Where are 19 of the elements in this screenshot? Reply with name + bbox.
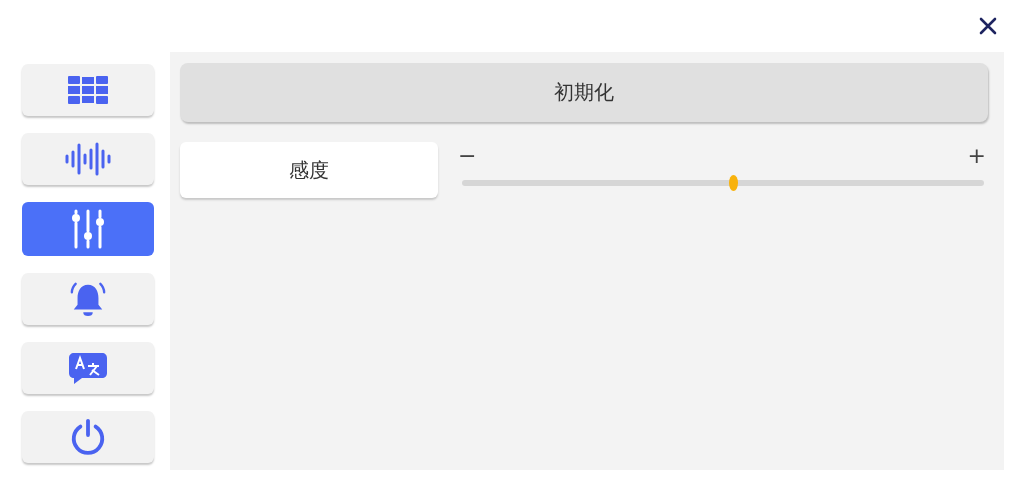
minus-sign: − <box>458 144 477 168</box>
grid-icon <box>68 75 108 105</box>
sidebar-tab[interactable] <box>22 273 154 325</box>
plus-sign: + <box>967 144 986 168</box>
sidebar-tab[interactable] <box>22 411 154 463</box>
translate-icon <box>68 351 108 385</box>
bell-icon <box>69 280 107 318</box>
power-icon <box>69 418 107 456</box>
reset-button[interactable]: 初期化 <box>180 63 988 122</box>
sensitivity-slider[interactable] <box>462 175 984 191</box>
sidebar-tab[interactable] <box>22 133 154 185</box>
close-icon[interactable] <box>978 16 998 36</box>
slider-thumb[interactable] <box>729 175 739 191</box>
sidebar-tab[interactable] <box>22 64 154 116</box>
sidebar-tab[interactable] <box>22 342 154 394</box>
sensitivity-label: 感度 <box>180 142 438 198</box>
sidebar-tab[interactable] <box>22 202 154 256</box>
sliders-icon <box>70 209 106 249</box>
sound-wave-icon <box>65 142 111 176</box>
